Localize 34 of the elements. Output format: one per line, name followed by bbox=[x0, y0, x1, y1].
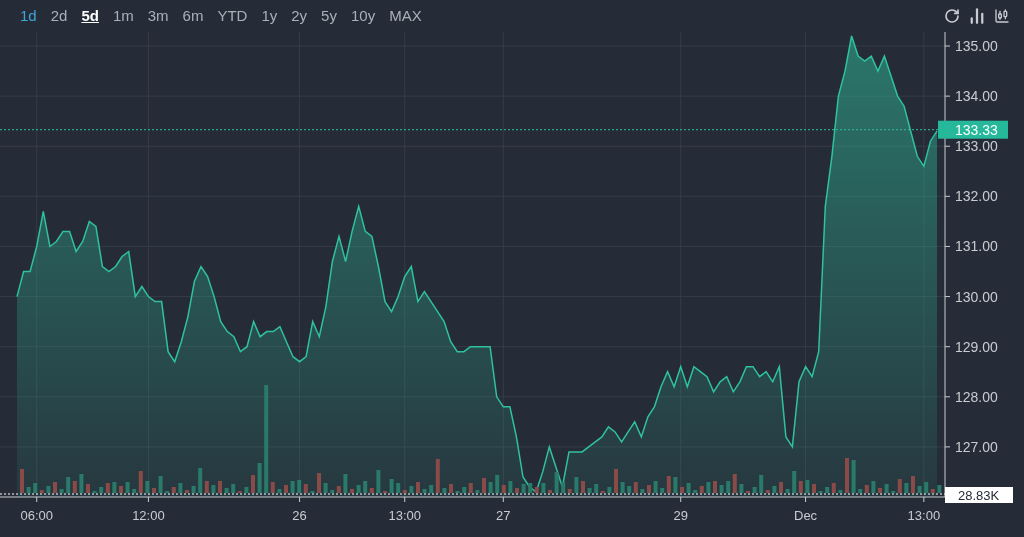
price-tick-label: 130.00 bbox=[955, 288, 998, 305]
range-tab[interactable]: 5d bbox=[75, 4, 105, 28]
range-tab[interactable]: MAX bbox=[383, 4, 428, 28]
range-tab[interactable]: 3m bbox=[141, 4, 175, 28]
time-tick-label: 13:00 bbox=[388, 508, 421, 523]
candlestick-icon[interactable] bbox=[994, 8, 1010, 24]
range-tab[interactable]: 1d bbox=[14, 4, 43, 28]
volume-badge: 28.83K bbox=[945, 487, 1013, 503]
price-tick-label: 127.00 bbox=[955, 438, 998, 455]
price-tick-label: 133.00 bbox=[955, 138, 998, 155]
range-tab[interactable]: 2d bbox=[44, 4, 74, 28]
time-tick-label: 12:00 bbox=[132, 508, 165, 523]
range-tab[interactable]: 1m bbox=[106, 4, 140, 28]
price-tick-label: 128.00 bbox=[955, 388, 998, 405]
price-tick-label: 135.00 bbox=[955, 38, 998, 55]
price-tick-label: 131.00 bbox=[955, 238, 998, 255]
time-tick-label: Dec bbox=[794, 508, 818, 523]
range-tab[interactable]: 10y bbox=[344, 4, 382, 28]
refresh-icon[interactable] bbox=[944, 8, 960, 24]
price-tick-label: 129.00 bbox=[955, 338, 998, 355]
range-tab[interactable]: 1y bbox=[255, 4, 284, 28]
range-tab[interactable]: 6m bbox=[176, 4, 210, 28]
range-tab[interactable]: 5y bbox=[315, 4, 343, 28]
time-tick-label: 29 bbox=[673, 508, 688, 523]
price-tick-label: 134.00 bbox=[955, 88, 998, 105]
time-tick-label: 26 bbox=[292, 508, 307, 523]
time-tick-label: 27 bbox=[496, 508, 511, 523]
last-price-badge: 133.33 bbox=[938, 120, 1008, 139]
time-tick-label: 13:00 bbox=[907, 508, 941, 523]
price-tick-label: 132.00 bbox=[955, 188, 998, 205]
bar-chart-icon[interactable] bbox=[968, 7, 986, 25]
time-tick-label: 06:00 bbox=[20, 508, 53, 523]
range-tab[interactable]: YTD bbox=[211, 4, 254, 28]
range-tab[interactable]: 2y bbox=[285, 4, 314, 28]
